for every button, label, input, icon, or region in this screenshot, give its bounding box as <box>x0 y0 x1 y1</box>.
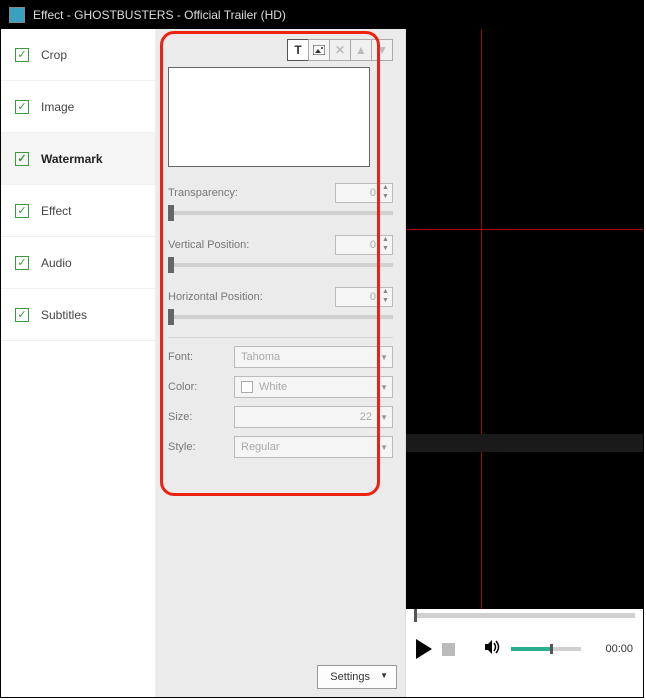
move-up-button[interactable]: ▲ <box>350 39 372 61</box>
size-select[interactable]: 22▼ <box>234 406 393 428</box>
vertical-guide <box>481 29 482 609</box>
chevron-up-icon[interactable]: ▲ <box>379 184 391 193</box>
sidebar-item-label: Effect <box>41 204 71 218</box>
delete-button[interactable]: ✕ <box>329 39 351 61</box>
sidebar-item-label: Audio <box>41 256 72 270</box>
transparency-slider[interactable] <box>168 205 393 221</box>
chevron-down-icon: ▼ <box>380 413 388 422</box>
chevron-down-icon: ▼ <box>380 671 388 680</box>
play-button[interactable] <box>416 639 432 659</box>
app-icon <box>9 7 25 23</box>
stop-button[interactable] <box>442 643 455 656</box>
size-label: Size: <box>168 411 228 423</box>
sidebar-item-subtitles[interactable]: ✓ Subtitles <box>1 289 155 341</box>
image-watermark-button[interactable] <box>308 39 330 61</box>
player-controls: 00:00 <box>406 609 643 697</box>
sidebar: ✓ Crop ✓ Image ✓ Watermark ✓ Effect ✓ Au… <box>1 29 156 697</box>
sidebar-item-audio[interactable]: ✓ Audio <box>1 237 155 289</box>
color-swatch <box>241 381 253 393</box>
chevron-down-icon[interactable]: ▼ <box>379 193 391 202</box>
letterbox-gap <box>406 434 643 452</box>
chevron-down-icon[interactable]: ▼ <box>379 297 391 306</box>
separator <box>168 337 393 338</box>
hpos-spinner[interactable]: 0 ▲▼ <box>335 287 393 307</box>
video-preview[interactable] <box>406 29 643 609</box>
vpos-slider[interactable] <box>168 257 393 273</box>
sidebar-item-crop[interactable]: ✓ Crop <box>1 29 155 81</box>
check-icon[interactable]: ✓ <box>15 48 29 62</box>
sidebar-item-label: Subtitles <box>41 308 87 322</box>
watermark-text-input[interactable] <box>168 67 370 167</box>
sidebar-item-label: Watermark <box>41 152 103 166</box>
sidebar-item-effect[interactable]: ✓ Effect <box>1 185 155 237</box>
titlebar: Effect - GHOSTBUSTERS - Official Trailer… <box>1 1 643 29</box>
window-title: Effect - GHOSTBUSTERS - Official Trailer… <box>33 8 286 22</box>
sidebar-item-image[interactable]: ✓ Image <box>1 81 155 133</box>
color-label: Color: <box>168 381 228 393</box>
style-select[interactable]: Regular▼ <box>234 436 393 458</box>
color-select[interactable]: White▼ <box>234 376 393 398</box>
settings-button[interactable]: Settings▼ <box>317 665 397 689</box>
chevron-up-icon[interactable]: ▲ <box>379 236 391 245</box>
style-label: Style: <box>168 441 228 453</box>
hpos-label: Horizontal Position: <box>168 291 263 303</box>
watermark-toolbar: T ✕ ▲ ▼ <box>166 39 393 61</box>
sidebar-item-label: Image <box>41 100 74 114</box>
horizontal-guide <box>406 229 643 230</box>
check-icon[interactable]: ✓ <box>15 256 29 270</box>
chevron-down-icon: ▼ <box>380 383 388 392</box>
preview-pane: 00:00 <box>406 29 643 697</box>
move-down-button[interactable]: ▼ <box>371 39 393 61</box>
sidebar-item-watermark[interactable]: ✓ Watermark <box>1 133 155 185</box>
sidebar-item-label: Crop <box>41 48 67 62</box>
vpos-label: Vertical Position: <box>168 239 249 251</box>
check-icon[interactable]: ✓ <box>15 204 29 218</box>
seek-bar[interactable] <box>406 609 643 629</box>
transparency-spinner[interactable]: 0 ▲▼ <box>335 183 393 203</box>
text-watermark-button[interactable]: T <box>287 39 309 61</box>
font-select[interactable]: Tahoma▼ <box>234 346 393 368</box>
font-label: Font: <box>168 351 228 363</box>
chevron-up-icon[interactable]: ▲ <box>379 288 391 297</box>
chevron-down-icon: ▼ <box>380 443 388 452</box>
volume-icon[interactable] <box>485 640 501 659</box>
chevron-down-icon[interactable]: ▼ <box>379 245 391 254</box>
check-icon[interactable]: ✓ <box>15 308 29 322</box>
transparency-label: Transparency: <box>168 187 238 199</box>
chevron-down-icon: ▼ <box>380 353 388 362</box>
volume-slider[interactable] <box>511 647 581 651</box>
watermark-panel: T ✕ ▲ ▼ Transparency: 0 ▲▼ Vertical Posi… <box>156 29 406 697</box>
vpos-spinner[interactable]: 0 ▲▼ <box>335 235 393 255</box>
check-icon[interactable]: ✓ <box>15 100 29 114</box>
hpos-slider[interactable] <box>168 309 393 325</box>
time-display: 00:00 <box>605 643 633 655</box>
check-icon[interactable]: ✓ <box>15 152 29 166</box>
